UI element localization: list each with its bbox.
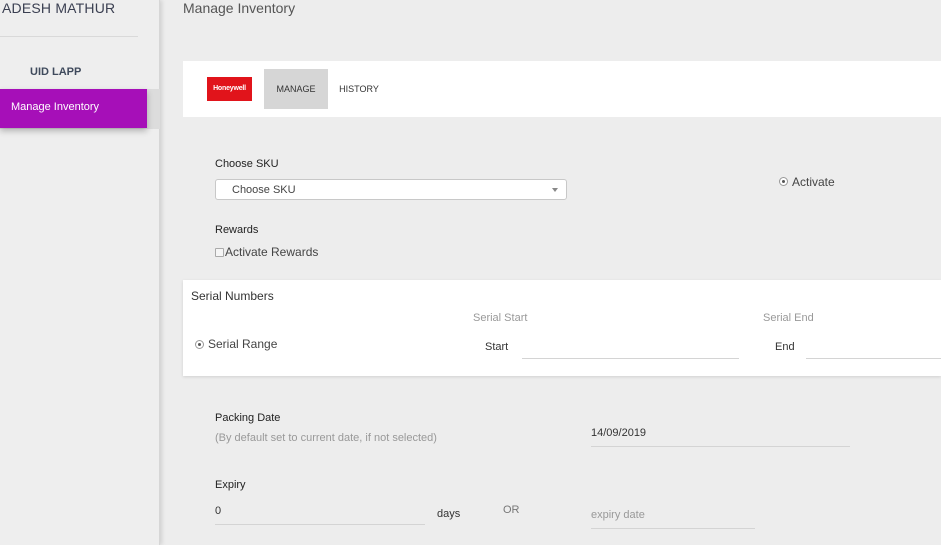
serial-numbers-card: Serial Numbers Serial Start Serial End S…	[183, 280, 941, 376]
expiry-days-input[interactable]: 0	[215, 501, 425, 525]
tabs-bar: Honeywell MANAGE HISTORY	[183, 61, 941, 117]
tab-history[interactable]: HISTORY	[333, 69, 385, 109]
sidebar-item-manage-inventory[interactable]: Manage Inventory	[0, 89, 147, 128]
expiry-date-placeholder: expiry date	[591, 509, 645, 521]
page-title: Manage Inventory	[183, 0, 296, 16]
sidebar-divider	[0, 36, 138, 37]
sku-label: Choose SKU	[215, 158, 279, 170]
packing-date-hint: (By default set to current date, if not …	[215, 432, 437, 444]
serial-numbers-title: Serial Numbers	[191, 289, 274, 303]
serial-start-header: Serial Start	[473, 312, 528, 324]
activate-rewards-checkbox[interactable]	[215, 248, 224, 257]
sku-select[interactable]: Choose SKU	[215, 179, 567, 200]
serial-end-header: Serial End	[763, 312, 814, 324]
or-separator: OR	[503, 504, 520, 516]
sku-select-value: Choose SKU	[232, 184, 296, 196]
user-name: ADESH MATHUR	[2, 0, 116, 16]
serial-range-radio[interactable]	[195, 340, 204, 349]
serial-start-label: Start	[485, 341, 509, 353]
sidebar: ADESH MATHUR UID LAPP Manage Inventory	[0, 0, 160, 545]
activate-label: Activate	[792, 175, 835, 189]
serial-range-label: Serial Range	[208, 337, 278, 351]
packing-date-input[interactable]: 14/09/2019	[591, 423, 850, 447]
expiry-date-input[interactable]: expiry date	[591, 505, 755, 529]
brand-logo: Honeywell	[207, 77, 252, 101]
expiry-days-unit: days	[437, 508, 461, 520]
rewards-label: Rewards	[215, 224, 259, 236]
serial-end-label: End	[775, 341, 795, 353]
serial-end-input[interactable]	[806, 336, 941, 359]
packing-date-label: Packing Date	[215, 412, 281, 424]
org-label: UID LAPP	[30, 66, 82, 78]
expiry-label: Expiry	[215, 479, 246, 491]
activate-radio[interactable]	[779, 177, 788, 186]
chevron-down-icon	[552, 188, 558, 192]
serial-start-input[interactable]	[522, 336, 739, 359]
expiry-days-value: 0	[215, 505, 222, 517]
tab-manage[interactable]: MANAGE	[264, 69, 328, 109]
packing-date-value: 14/09/2019	[591, 427, 647, 439]
activate-rewards-label: Activate Rewards	[225, 245, 319, 259]
